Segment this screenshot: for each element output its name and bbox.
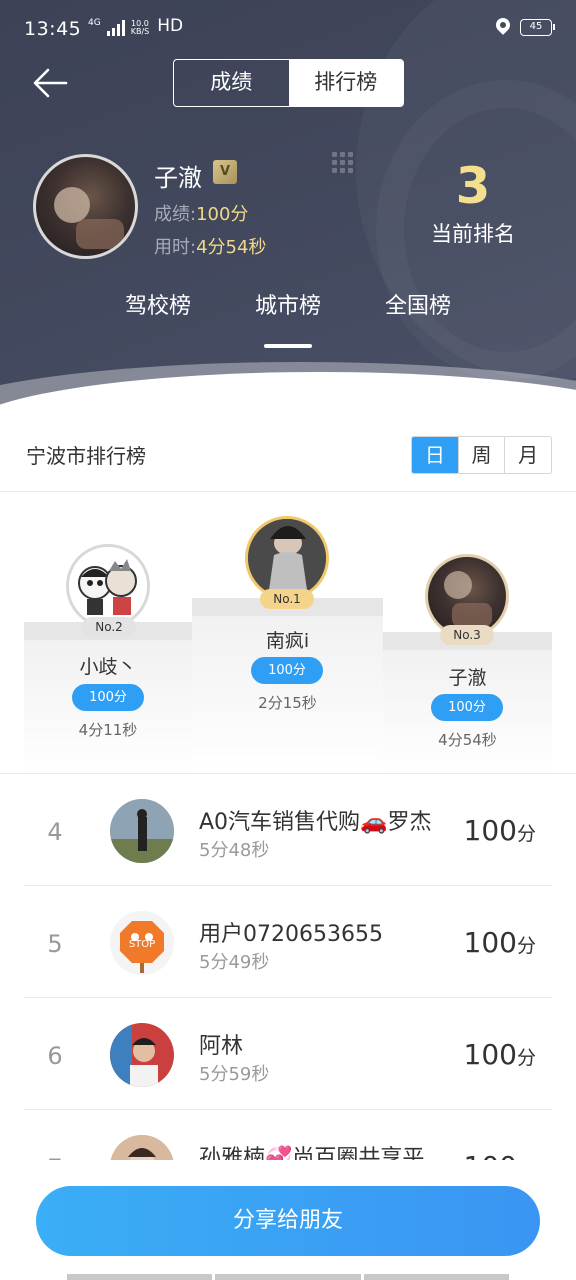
current-rank-number: 3 <box>455 157 491 215</box>
rank-badge-second: No.2 <box>82 617 136 637</box>
meme-avatar-icon <box>69 547 147 625</box>
period-selector: 日 周 月 <box>411 436 552 474</box>
score-third: 100分 <box>431 694 503 721</box>
list-item[interactable]: 7 孙雅楠💞尚百圈共享平... 100分 <box>0 1110 576 1160</box>
list-avatar: STOP <box>110 911 174 975</box>
name-first: 南疯i <box>265 630 310 652</box>
list-name: 用户0720653655 <box>199 922 383 947</box>
list-name: A0汽车销售代购🚗罗杰 <box>199 810 432 835</box>
list-avatar <box>110 1023 174 1087</box>
location-icon <box>496 18 510 36</box>
svg-text:STOP: STOP <box>129 939 155 950</box>
network-speed: 10.0 KB/S <box>130 19 150 36</box>
nav-gesture-bar <box>67 1274 509 1280</box>
list-score: 100分 <box>464 1038 536 1071</box>
active-tab-indicator <box>264 344 312 348</box>
photo-avatar-icon <box>248 519 326 597</box>
list-time: 5分49秒 <box>199 952 270 973</box>
back-button[interactable] <box>30 66 70 100</box>
list-score-value: 100 <box>463 926 517 959</box>
score-first: 100分 <box>251 657 323 684</box>
period-month[interactable]: 月 <box>504 437 551 473</box>
status-bar: 13:45 4G 10.0 KB/S HD 45 <box>0 0 576 58</box>
list-score: 100分 <box>464 926 536 959</box>
list-score: 100分 <box>464 814 536 847</box>
rank-badge-third: No.3 <box>440 625 494 645</box>
list-score-value: 100 <box>464 1150 517 1160</box>
rank-badge-first: No.1 <box>260 589 314 609</box>
list-score: 100分 <box>464 1150 536 1160</box>
list-score-value: 100 <box>463 1038 517 1071</box>
battery-icon: 45 <box>520 18 555 36</box>
stop-sign-avatar-icon: STOP <box>110 911 174 975</box>
photo-avatar-icon <box>444 571 492 627</box>
header-banner: 13:45 4G 10.0 KB/S HD 45 成绩 排行榜 子澈 V 成绩:… <box>0 0 576 410</box>
my-score: 成绩:100分 <box>154 200 248 226</box>
hd-indicator: HD <box>157 16 184 36</box>
back-arrow-icon <box>33 68 68 98</box>
list-name: 孙雅楠💞尚百圈共享平... <box>199 1146 446 1160</box>
list-score-unit: 分 <box>516 935 536 957</box>
tab-city-ranking[interactable]: 城市榜 <box>233 288 343 320</box>
list-rank: 5 <box>47 930 63 958</box>
my-time: 用时:4分54秒 <box>154 233 266 259</box>
my-score-value: 100分 <box>196 204 249 225</box>
avatar-first[interactable] <box>245 516 329 600</box>
ranking-list: 4 A0汽车销售代购🚗罗杰 5分48秒 100分 5 STOP 用户072065… <box>0 774 576 1160</box>
tab-score[interactable]: 成绩 <box>174 60 289 106</box>
my-score-label: 成绩: <box>154 204 197 225</box>
time-second: 4分11秒 <box>78 721 138 739</box>
tab-ranking[interactable]: 排行榜 <box>288 60 403 106</box>
list-rank: 6 <box>47 1042 63 1070</box>
list-score-unit: 分 <box>516 823 536 845</box>
my-time-label: 用时: <box>154 237 197 258</box>
view-tabs: 成绩 排行榜 <box>173 59 404 107</box>
time-first: 2分15秒 <box>258 694 317 712</box>
current-rank-label: 当前排名 <box>431 222 515 246</box>
leaderboard-title: 宁波市排行榜 <box>26 444 146 468</box>
decor-dots-icon <box>332 152 353 173</box>
list-time: 5分59秒 <box>199 1064 270 1085</box>
list-score-unit: 分 <box>516 1047 536 1069</box>
podium: No.2 小歧丶 100分 4分11秒 No.1 南疯i 100分 2分15秒 … <box>0 492 576 774</box>
my-time-value: 4分54秒 <box>196 237 267 258</box>
tab-school-ranking[interactable]: 驾校榜 <box>103 288 213 320</box>
signal-icon <box>106 20 125 36</box>
name-second: 小歧丶 <box>79 656 137 678</box>
period-day[interactable]: 日 <box>412 437 458 473</box>
name-third: 子澈 <box>448 667 487 689</box>
list-rank: 4 <box>47 818 63 846</box>
list-name: 阿林 <box>199 1034 244 1059</box>
tab-national-ranking[interactable]: 全国榜 <box>363 288 473 320</box>
list-avatar <box>110 799 174 863</box>
vip-badge-icon: V <box>213 160 237 184</box>
network-indicator: 4G 10.0 KB/S HD <box>88 16 183 36</box>
list-item[interactable]: 4 A0汽车销售代购🚗罗杰 5分48秒 100分 <box>0 774 576 886</box>
share-button[interactable]: 分享给朋友 <box>36 1186 540 1256</box>
score-second: 100分 <box>72 684 144 711</box>
list-rank: 7 <box>30 1154 80 1160</box>
my-name: 子澈 <box>154 164 202 192</box>
time-third: 4分54秒 <box>438 731 497 749</box>
list-time: 5分48秒 <box>199 840 270 861</box>
network-type: 4G <box>88 18 101 28</box>
avatar-second[interactable] <box>66 544 150 628</box>
status-right: 45 <box>496 18 555 36</box>
period-week[interactable]: 周 <box>457 437 505 473</box>
scope-tabs: 驾校榜 城市榜 全国榜 <box>0 288 576 328</box>
list-avatar <box>110 1135 174 1160</box>
my-avatar <box>33 154 138 259</box>
status-time: 13:45 <box>24 18 82 40</box>
list-item[interactable]: 5 STOP 用户0720653655 5分49秒 100分 <box>0 886 576 998</box>
list-score-unit: 分 <box>517 1159 536 1160</box>
list-score-value: 100 <box>463 814 517 847</box>
list-item[interactable]: 6 阿林 5分59秒 100分 <box>0 998 576 1110</box>
